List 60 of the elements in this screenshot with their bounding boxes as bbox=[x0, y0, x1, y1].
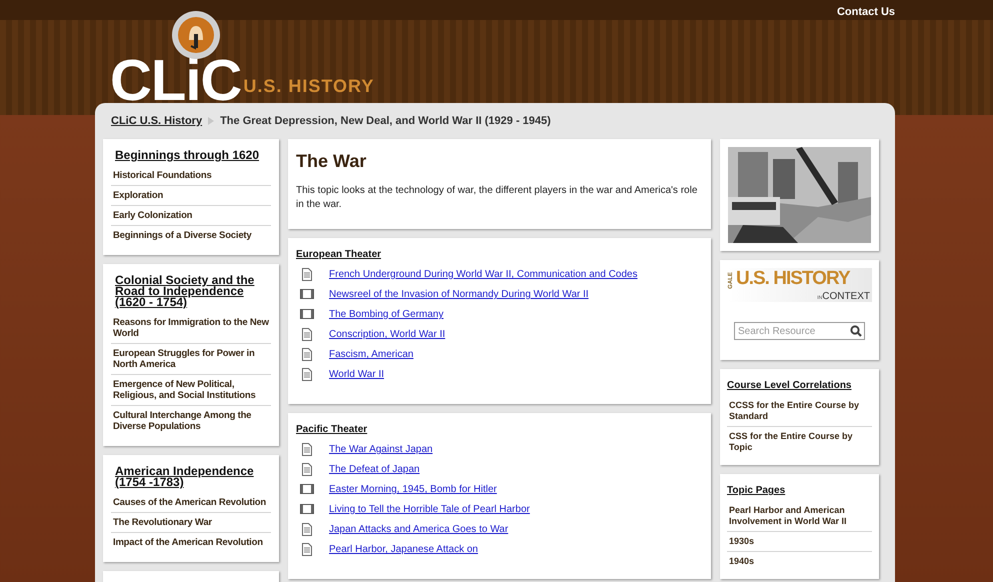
section-heading: European Theater bbox=[296, 248, 382, 262]
logo-text: CLiC bbox=[110, 52, 242, 110]
resource-link[interactable]: Fascism, American bbox=[329, 347, 414, 362]
list-heading[interactable]: Topic Pages bbox=[727, 483, 872, 498]
document-icon bbox=[302, 543, 312, 556]
search-field[interactable]: Search Resource bbox=[734, 322, 865, 340]
search-icon[interactable] bbox=[850, 325, 862, 337]
nav-item[interactable]: Causes of the American Revolution bbox=[111, 493, 271, 513]
list-item[interactable]: CSS for the Entire Course by Topic bbox=[727, 427, 872, 457]
list-item[interactable]: Pearl Harbor and American Involvement in World War II bbox=[727, 501, 872, 532]
document-icon bbox=[302, 523, 312, 536]
topic-title: The War bbox=[296, 150, 368, 173]
resource-link[interactable]: World War II bbox=[329, 367, 384, 382]
resource-title: U.S. HISTORY bbox=[736, 268, 850, 290]
nav-item[interactable]: Beginnings of a Diverse Society bbox=[111, 226, 271, 245]
section-heading: Pacific Theater bbox=[296, 423, 368, 437]
resource-link[interactable]: The War Against Japan bbox=[329, 442, 433, 457]
nav-heading[interactable]: American Independence (1754 -1783) bbox=[111, 466, 271, 488]
resource-link[interactable]: Living to Tell the Horrible Tale of Pearl Harbor bbox=[329, 502, 530, 517]
film-icon bbox=[300, 309, 314, 319]
document-icon bbox=[302, 368, 312, 381]
resource-link[interactable]: Newsreel of the Invasion of Normandy During World War II bbox=[329, 287, 589, 302]
list-item[interactable]: CCSS for the Entire Course by Standard bbox=[727, 396, 872, 427]
document-icon bbox=[302, 328, 312, 341]
list-item[interactable]: 1930s bbox=[727, 532, 872, 552]
resource-link[interactable]: Pearl Harbor, Japanese Attack on bbox=[329, 542, 478, 557]
nav-item[interactable]: Early Colonization bbox=[111, 206, 271, 226]
topic-description: This topic looks at the technology of war, the different players in the war and America's role in the war. bbox=[296, 184, 698, 212]
list-heading[interactable]: Course Level Correlations bbox=[727, 378, 872, 393]
resource-link[interactable]: Easter Morning, 1945, Bomb for Hitler bbox=[329, 482, 497, 497]
bell-icon bbox=[171, 10, 221, 60]
film-icon bbox=[300, 484, 314, 494]
resource-link[interactable]: The Defeat of Japan bbox=[329, 462, 420, 477]
nav-item[interactable]: Reasons for Immigration to the New World bbox=[111, 313, 271, 344]
document-icon bbox=[302, 268, 312, 281]
resource-link[interactable]: Conscription, World War II bbox=[329, 327, 446, 342]
film-icon bbox=[300, 504, 314, 514]
document-icon bbox=[302, 348, 312, 361]
nav-item[interactable]: Impact of the American Revolution bbox=[111, 533, 271, 552]
film-icon bbox=[300, 289, 314, 299]
nav-item[interactable]: Historical Foundations bbox=[111, 166, 271, 186]
nav-item[interactable]: Cultural Interchange Among the Diverse Populations bbox=[111, 406, 271, 436]
resource-subtitle: CONTEXT bbox=[822, 290, 870, 304]
list-item[interactable]: 1940s bbox=[727, 552, 872, 571]
nav-item[interactable]: Exploration bbox=[111, 186, 271, 206]
chevron-icon bbox=[208, 117, 214, 125]
nav-item[interactable]: European Struggles for Power in North America bbox=[111, 344, 271, 375]
nav-heading[interactable]: Beginnings through 1620 bbox=[111, 150, 271, 161]
resource-link[interactable]: French Underground During World War II, Communication and Codes bbox=[329, 267, 638, 282]
nav-item[interactable]: The Revolutionary War bbox=[111, 513, 271, 533]
resource-link[interactable]: The Bombing of Germany bbox=[329, 307, 444, 322]
breadcrumb-current: The Great Depression, New Deal, and World War II (1929 - 1945) bbox=[220, 114, 551, 129]
nav-heading[interactable]: Colonial Society and the Road to Independence (1620 - 1754) bbox=[111, 275, 271, 308]
logo-subtitle: U.S. HISTORY bbox=[243, 75, 374, 98]
resource-link[interactable]: Japan Attacks and America Goes to War bbox=[329, 522, 508, 537]
document-icon bbox=[302, 443, 312, 456]
nav-item[interactable]: Emergence of New Political, Religious, and Social Institutions bbox=[111, 375, 271, 406]
document-icon bbox=[302, 463, 312, 476]
contact-link[interactable]: Contact Us bbox=[836, 4, 895, 20]
breadcrumb-link[interactable]: CLiC U.S. History bbox=[111, 112, 202, 130]
